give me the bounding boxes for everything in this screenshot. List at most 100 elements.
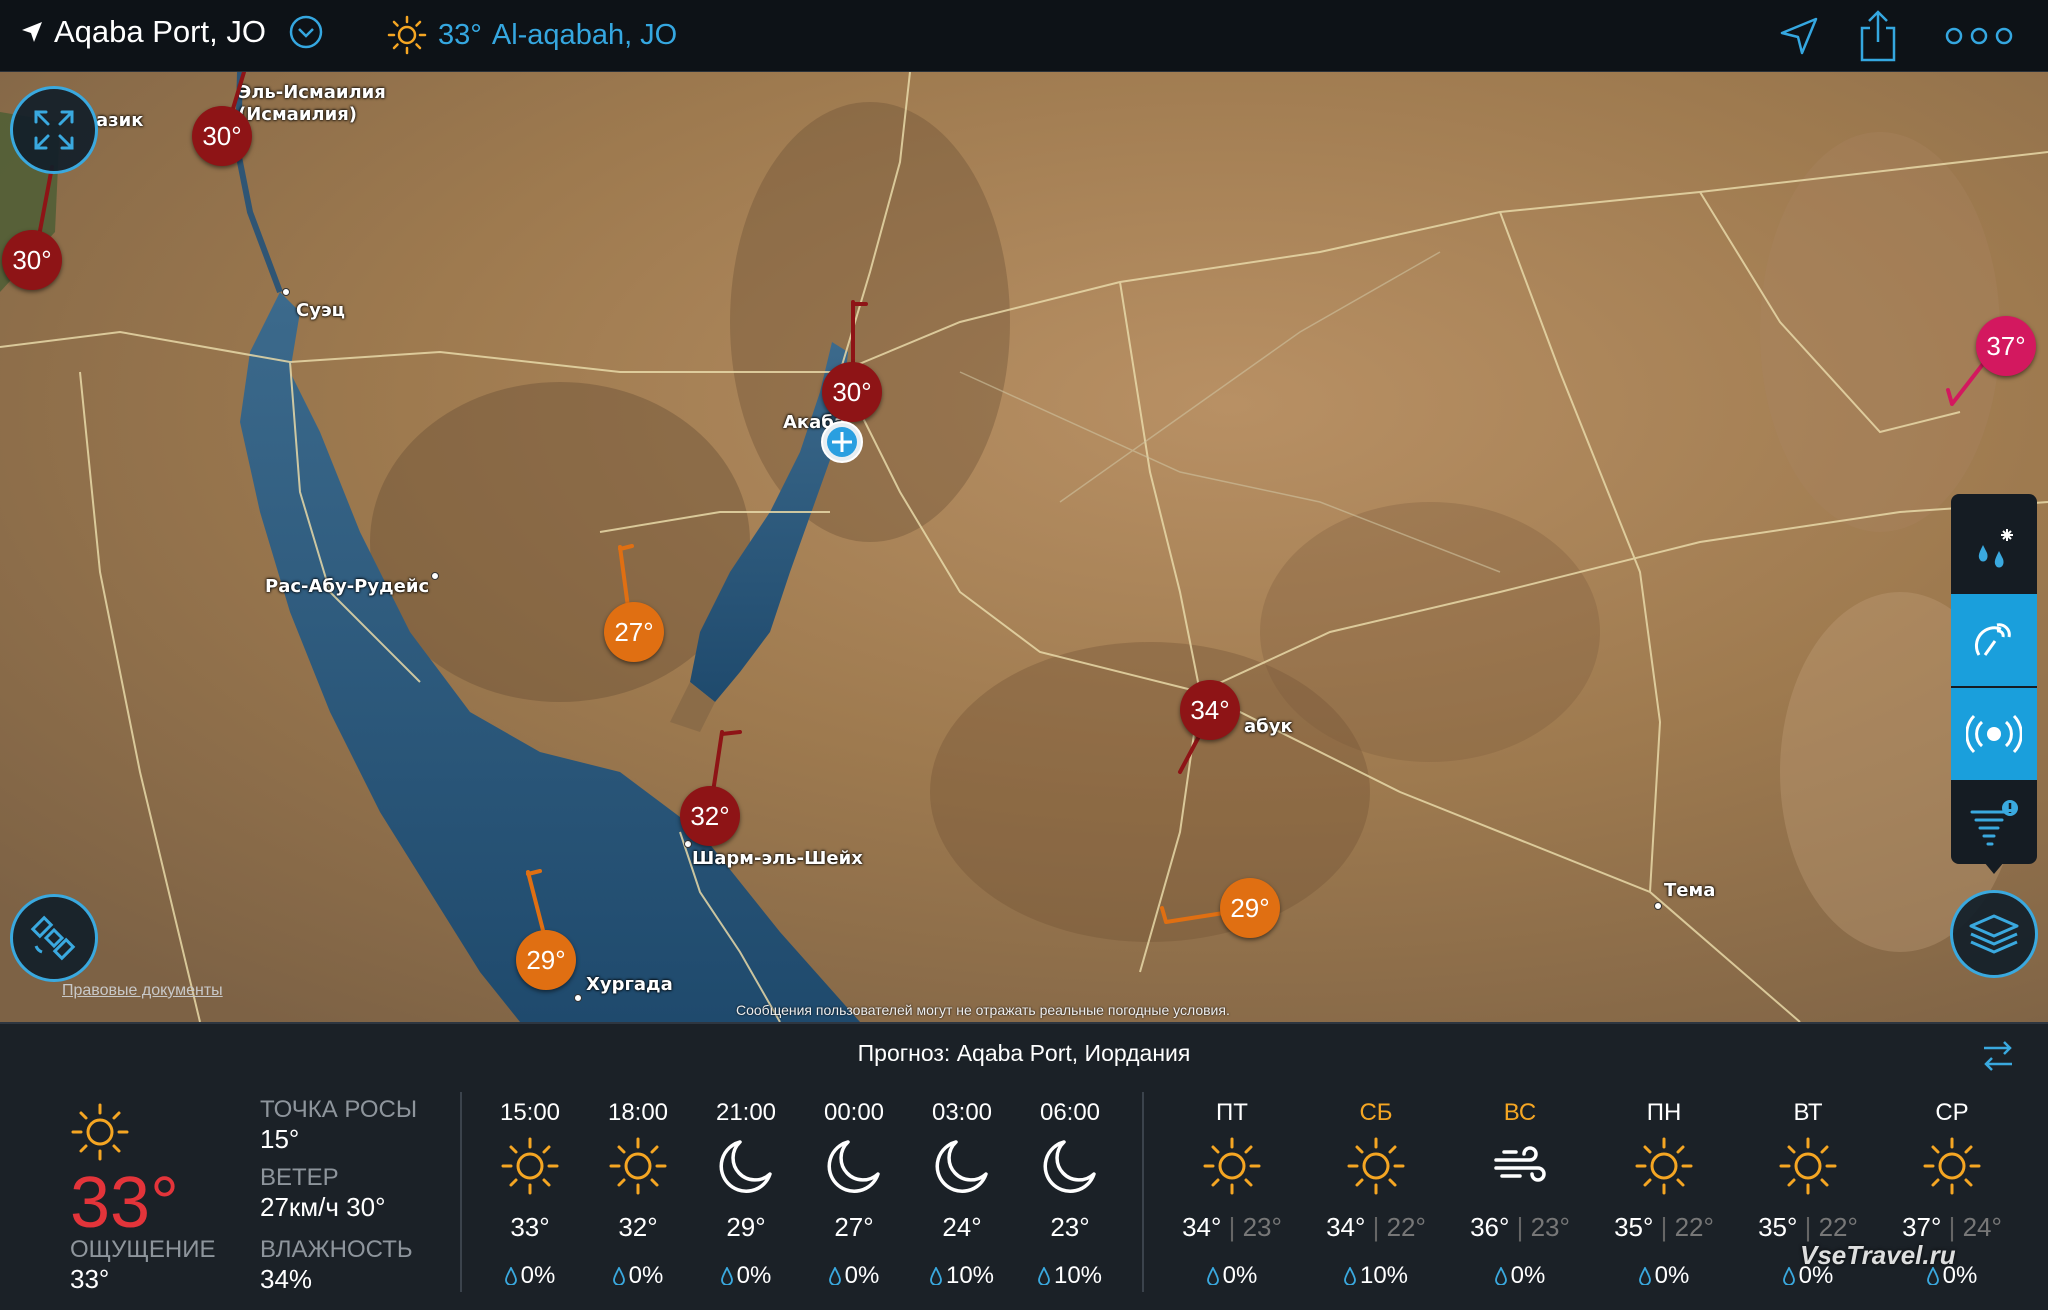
day-label: ПН: [1646, 1099, 1682, 1126]
hour-temperature: 27°: [834, 1212, 874, 1242]
day-low: 23°: [1242, 1212, 1282, 1242]
watermark: VseTravel.ru: [1800, 1240, 1956, 1270]
hour-time: 06:00: [1039, 1099, 1101, 1126]
sun-icon: [1922, 1136, 1982, 1196]
fullscreen-button[interactable]: [10, 86, 98, 174]
hourly-forecast-item[interactable]: 21:00 29° 0%: [692, 1082, 800, 1310]
temperature-pin[interactable]: 30°: [2, 230, 62, 290]
precipitation-value: 0%: [520, 1262, 556, 1289]
day-temperature-range: 35° | 22°: [1610, 1212, 1718, 1243]
precipitation-chance: 10%: [1322, 1262, 1430, 1290]
satellite-button[interactable]: [10, 894, 98, 982]
hourly-forecast-item[interactable]: 00:00 27° 0%: [800, 1082, 908, 1310]
day-high: 34°: [1182, 1212, 1222, 1242]
sun-icon: [1634, 1136, 1694, 1196]
day-high: 36°: [1470, 1212, 1510, 1242]
daily-forecast-item[interactable]: ВТ 35° | 22° 0%: [1754, 1082, 1862, 1310]
temperature-pin[interactable]: 34°: [1180, 680, 1240, 740]
daily-forecast-item[interactable]: ПН 35° | 22° 0%: [1610, 1082, 1718, 1310]
raindrop-icon: [828, 1267, 841, 1285]
precipitation-value: 0%: [736, 1262, 772, 1289]
precipitation-value: 10%: [1053, 1262, 1103, 1289]
temperature-pin[interactable]: 29°: [516, 930, 576, 990]
daily-forecast-item[interactable]: ВС 36° | 23° 0%: [1466, 1082, 1574, 1310]
current-conditions[interactable]: 33° Al-aqabah, JO: [386, 14, 677, 56]
day-low: 22°: [1818, 1212, 1858, 1242]
layer-precipitation-button[interactable]: [1951, 502, 2037, 594]
moon-icon: [824, 1136, 884, 1196]
raindrop-icon: [1638, 1267, 1651, 1285]
day-temperature-range: 36° | 23°: [1466, 1212, 1574, 1243]
location-selector[interactable]: Aqaba Port, JO: [20, 14, 324, 50]
day-temperature-range: 34° | 23°: [1178, 1212, 1286, 1243]
temp-separator: |: [1221, 1212, 1243, 1242]
temperature-pin[interactable]: 30°: [822, 362, 882, 422]
precipitation-value: 0%: [1654, 1262, 1690, 1289]
current-temperature: 33°: [70, 1163, 179, 1243]
tornado-alert-icon: [1970, 800, 2018, 846]
temperature-pin[interactable]: 37°: [1976, 316, 2036, 376]
precipitation-chance: 10%: [1016, 1262, 1124, 1290]
moon-icon: [1040, 1136, 1100, 1196]
temperature-pin[interactable]: 30°: [192, 106, 252, 166]
daily-forecast-item[interactable]: ПТ 34° | 23° 0%: [1178, 1082, 1286, 1310]
share-button[interactable]: [1856, 8, 1900, 64]
precipitation-chance: 0%: [692, 1262, 800, 1290]
layer-radar-button[interactable]: [1951, 688, 2037, 780]
hourly-forecast-item[interactable]: 06:00 23° 10%: [1016, 1082, 1124, 1310]
day-low: 22°: [1386, 1212, 1426, 1242]
sun-icon: [1202, 1136, 1262, 1196]
hourly-forecast-item[interactable]: 03:00 24° 10%: [908, 1082, 1016, 1310]
raindrop-icon: [1206, 1267, 1219, 1285]
weather-map[interactable]: Эль-Исмаилия (Исмаилия) азик Суэц Акаба …: [0, 72, 2048, 1022]
layer-satellite-button[interactable]: [1951, 594, 2037, 686]
day-label: ВС: [1503, 1099, 1537, 1126]
chevron-down-icon[interactable]: [288, 14, 324, 50]
day-label: ВТ: [1793, 1099, 1823, 1126]
precipitation-chance: 0%: [1610, 1262, 1718, 1290]
temperature-pin[interactable]: 29°: [1220, 878, 1280, 938]
temp-separator: |: [1653, 1212, 1675, 1242]
more-menu-button[interactable]: [1944, 8, 2014, 64]
temperature-pin[interactable]: 32°: [680, 786, 740, 846]
hourly-forecast-item[interactable]: 18:00 32° 0%: [584, 1082, 692, 1310]
precipitation-chance: 10%: [908, 1262, 1016, 1290]
share-icon: [1860, 10, 1896, 62]
day-high: 35°: [1758, 1212, 1798, 1242]
navigate-button[interactable]: [1778, 8, 1820, 64]
precipitation-chance: 0%: [1466, 1262, 1574, 1290]
day-high: 37°: [1902, 1212, 1942, 1242]
feels-like-value: 33°: [70, 1264, 110, 1294]
humidity-label: ВЛАЖНОСТЬ: [260, 1236, 413, 1263]
wind-value: 27км/ч 30°: [260, 1192, 386, 1222]
user-reports-disclaimer: Сообщения пользователей могут не отражат…: [736, 1002, 1230, 1018]
day-low: 24°: [1962, 1212, 2002, 1242]
layer-panel: [1951, 494, 2037, 864]
layer-severe-weather-button[interactable]: [1951, 780, 2037, 864]
hour-time: 03:00: [931, 1099, 993, 1126]
forecast-header: Прогноз: Aqaba Port, Иордания: [0, 1022, 2048, 1082]
divider: [1142, 1092, 1144, 1292]
current-temp: 33°: [438, 18, 482, 51]
hour-temperature: 29°: [726, 1212, 766, 1242]
precipitation-chance: 0%: [800, 1262, 908, 1290]
daily-forecast-item[interactable]: СБ 34° | 22° 10%: [1322, 1082, 1430, 1310]
satellite-dish-icon: [1974, 623, 2011, 656]
location-name: Aqaba Port, JO: [54, 14, 266, 49]
layers-button[interactable]: [1950, 890, 2038, 978]
divider: [460, 1092, 462, 1292]
temp-separator: |: [1509, 1212, 1531, 1242]
swap-view-icon[interactable]: [1980, 1038, 2016, 1074]
forecast-title: Прогноз: Aqaba Port, Иордания: [857, 1040, 1191, 1066]
temp-separator: |: [1365, 1212, 1387, 1242]
hourly-forecast-item[interactable]: 15:00 33° 0%: [476, 1082, 584, 1310]
legal-documents-link[interactable]: Правовые документы: [62, 982, 223, 1000]
hour-time: 21:00: [715, 1099, 777, 1126]
humidity-value: 34%: [260, 1264, 313, 1294]
expand-icon: [34, 110, 74, 150]
more-dots-icon: [1945, 27, 2013, 45]
day-label: СБ: [1359, 1099, 1393, 1126]
daily-forecast-item[interactable]: СР 37° | 24° 0%: [1898, 1082, 2006, 1310]
temperature-pin[interactable]: 27°: [604, 602, 664, 662]
current-location-marker-icon[interactable]: [820, 420, 864, 464]
